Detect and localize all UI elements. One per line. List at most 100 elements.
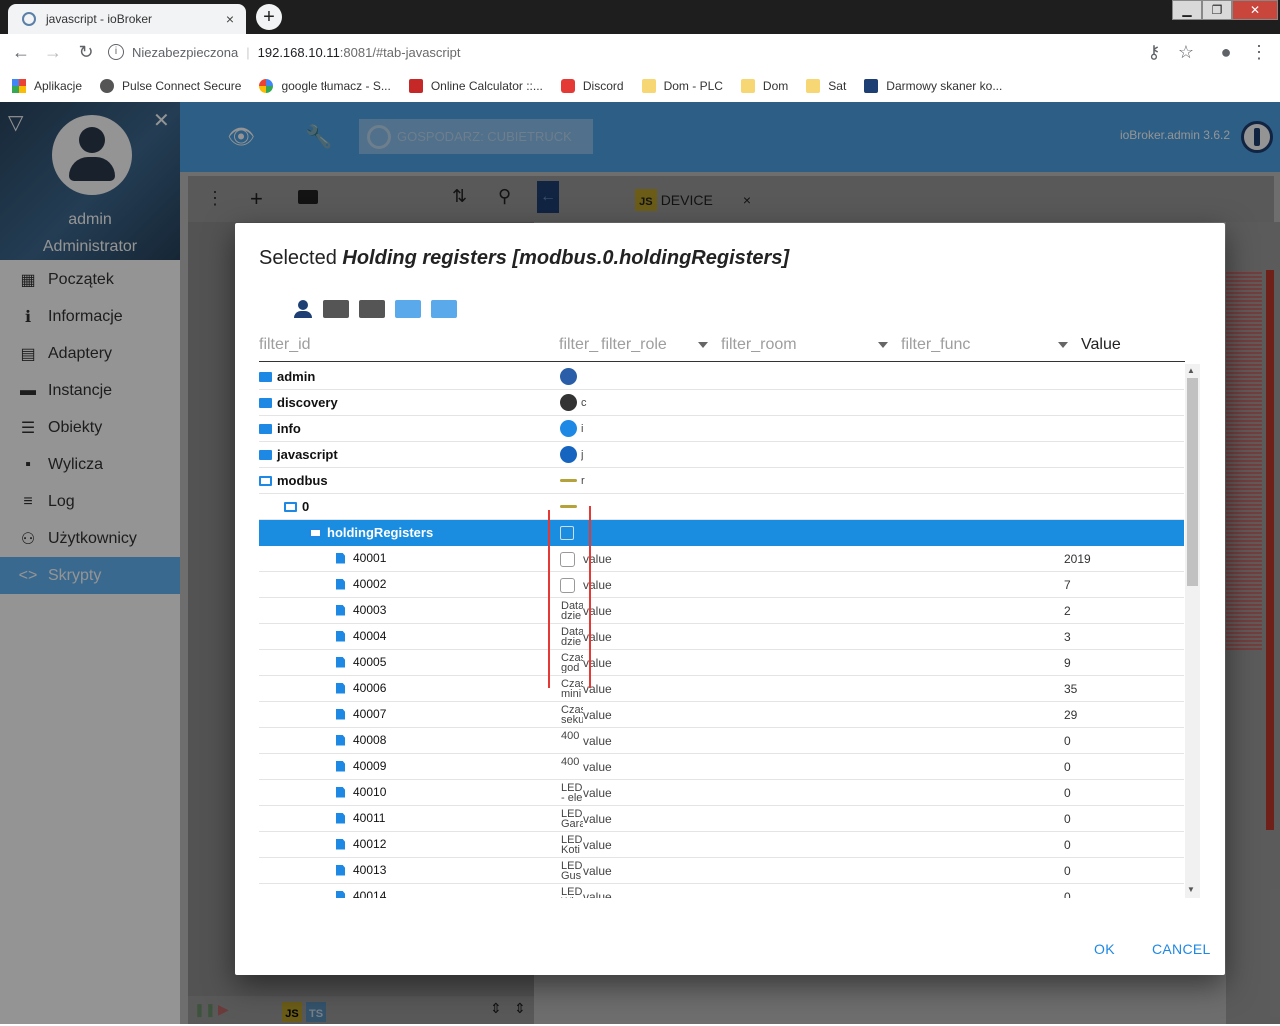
tree-row-label: 40007 bbox=[353, 707, 387, 721]
scroll-down-icon[interactable]: ▼ bbox=[1187, 885, 1195, 894]
tree-row[interactable]: 40010 LED - ele value 0 bbox=[259, 780, 1184, 806]
filter-room-select[interactable]: filter_room bbox=[721, 336, 797, 354]
insecure-label: Niezabezpieczona bbox=[132, 44, 239, 60]
bookmark-item[interactable]: Online Calculator ::... bbox=[408, 79, 543, 93]
tree-row-name: LED Koti bbox=[561, 835, 583, 855]
calculator-icon bbox=[408, 79, 423, 93]
tree-row-value: 0 bbox=[1064, 760, 1071, 774]
adapter-icon bbox=[560, 368, 577, 385]
tree-row[interactable]: 40009 400 value 0 bbox=[259, 754, 1184, 780]
bookmark-item[interactable]: Discord bbox=[560, 79, 624, 93]
tree-row-label: admin bbox=[277, 369, 316, 384]
bookmark-item[interactable]: google tłumacz - S... bbox=[259, 79, 391, 93]
tree-row-id: holdingRegisters bbox=[309, 525, 433, 540]
folder-icon bbox=[259, 397, 272, 408]
tree-row-id: 40006 bbox=[336, 681, 386, 695]
tree-row-id: 40001 bbox=[336, 551, 386, 565]
tree-row[interactable]: 0 bbox=[259, 494, 1184, 520]
forward-icon[interactable]: → bbox=[42, 42, 64, 62]
bookmark-item[interactable]: Aplikacje bbox=[12, 79, 82, 93]
adapter-icon bbox=[560, 394, 577, 411]
window-close-icon[interactable]: ✕ bbox=[1232, 0, 1278, 20]
state-file-icon bbox=[336, 812, 345, 824]
profile-icon[interactable]: ● bbox=[1215, 42, 1237, 62]
tree-row[interactable]: javascript j bbox=[259, 442, 1184, 468]
bookmarks-bar: Aplikacje Pulse Connect Secure google tłum… bbox=[0, 70, 1280, 103]
func-dropdown-icon[interactable] bbox=[1058, 342, 1068, 348]
browser-menu-icon[interactable]: ⋮ bbox=[1248, 42, 1270, 62]
tree-row-id: 40013 bbox=[336, 863, 386, 877]
tree-row[interactable]: 40011 LED Gara value 0 bbox=[259, 806, 1184, 832]
filter-name-input[interactable]: filter_ bbox=[559, 336, 598, 354]
maximize-icon[interactable]: ❐ bbox=[1202, 0, 1232, 20]
tree-row-label: 40012 bbox=[353, 837, 387, 851]
cancel-button[interactable]: CANCEL bbox=[1152, 941, 1211, 957]
tree-row[interactable]: 40012 LED Koti value 0 bbox=[259, 832, 1184, 858]
tree-row[interactable]: 40003 Data dzie value 2 bbox=[259, 598, 1184, 624]
back-icon[interactable]: ← bbox=[10, 42, 32, 62]
tree-row-id: info bbox=[259, 421, 301, 436]
folder-open-icon bbox=[309, 527, 322, 538]
tree-row[interactable]: 40008 400 value 0 bbox=[259, 728, 1184, 754]
tree-row[interactable]: 40004 Data dzie value 3 bbox=[259, 624, 1184, 650]
tree-row[interactable]: 40007 Czas sekuvalue 29 bbox=[259, 702, 1184, 728]
tree-row-name: LED Gara bbox=[561, 809, 583, 829]
tab-close-icon[interactable]: × bbox=[220, 11, 240, 27]
folder-icon bbox=[806, 79, 821, 93]
site-info-icon[interactable]: i bbox=[108, 44, 124, 60]
room-dropdown-icon[interactable] bbox=[878, 342, 888, 348]
bookmark-label: Dom bbox=[762, 79, 789, 93]
url-host: 192.168.10.11 bbox=[257, 44, 340, 60]
ok-button[interactable]: OK bbox=[1094, 941, 1115, 957]
tree-row-label: 40013 bbox=[353, 863, 387, 877]
reload-icon[interactable]: ↻ bbox=[75, 42, 97, 62]
tree-row[interactable]: admin bbox=[259, 364, 1184, 390]
star-icon[interactable]: ☆ bbox=[1175, 42, 1197, 62]
url-field[interactable]: i Niezabezpieczona | 192.168.10.11 :8081… bbox=[108, 39, 1208, 65]
adapter-icon bbox=[560, 420, 577, 437]
tree-row-role: value bbox=[583, 656, 612, 670]
folder-icon bbox=[740, 79, 755, 93]
tree-row[interactable]: modbus r bbox=[259, 468, 1184, 494]
tree-row[interactable]: info i bbox=[259, 416, 1184, 442]
user-filter-icon[interactable] bbox=[293, 300, 313, 318]
tree-row-name: r bbox=[581, 476, 585, 487]
filter-func-select[interactable]: filter_func bbox=[901, 336, 970, 354]
tree-row[interactable]: 40014 LED Wiavalue 0 bbox=[259, 884, 1184, 898]
tree-row-id: 40009 bbox=[336, 759, 386, 773]
tree-row[interactable]: holdingRegisters bbox=[259, 520, 1184, 546]
tree-row-role: value bbox=[583, 604, 612, 618]
tree-row[interactable]: 40002 value 7 bbox=[259, 572, 1184, 598]
bookmark-item[interactable]: Dom bbox=[740, 79, 789, 93]
tree-row-value: 7 bbox=[1064, 578, 1071, 592]
tree-row-name: Data dzie bbox=[561, 601, 583, 621]
bookmark-item[interactable]: Dom - PLC bbox=[641, 79, 723, 93]
tree-row-name: i bbox=[581, 424, 584, 435]
tree-row-id: 40003 bbox=[336, 603, 386, 617]
tree-row-label: 40002 bbox=[353, 577, 387, 591]
bookmark-item[interactable]: Pulse Connect Secure bbox=[100, 79, 241, 93]
scroll-up-icon[interactable]: ▲ bbox=[1187, 366, 1195, 375]
tree-row[interactable]: 40013 LED Gus value 0 bbox=[259, 858, 1184, 884]
filter-id-input[interactable]: filter_id bbox=[259, 336, 311, 354]
minimize-icon[interactable]: ▁ bbox=[1172, 0, 1202, 20]
scrollbar-thumb[interactable] bbox=[1187, 378, 1198, 586]
tree-row[interactable]: 40005 Czas godvalue 9 bbox=[259, 650, 1184, 676]
bookmark-item[interactable]: Sat bbox=[806, 79, 846, 93]
folder-icon bbox=[259, 423, 272, 434]
tree-row[interactable]: 40001 value 2019 bbox=[259, 546, 1184, 572]
filter-role-select[interactable]: filter_role bbox=[601, 336, 667, 354]
new-tab-button[interactable]: + bbox=[256, 4, 282, 30]
tree-row-label: 40003 bbox=[353, 603, 387, 617]
folder-open-blue-icon[interactable] bbox=[395, 300, 421, 318]
tree-row[interactable]: 40006 Czas minivalue 35 bbox=[259, 676, 1184, 702]
key-icon[interactable]: ⚷ bbox=[1143, 42, 1165, 62]
browser-tab[interactable]: javascript - ioBroker × bbox=[8, 4, 246, 34]
folder-dark-icon[interactable] bbox=[359, 300, 385, 318]
tree-row-id: 40004 bbox=[336, 629, 386, 643]
tree-row[interactable]: discovery c bbox=[259, 390, 1184, 416]
role-dropdown-icon[interactable] bbox=[698, 342, 708, 348]
folder-blue-icon[interactable] bbox=[431, 300, 457, 318]
folder-open-dark-icon[interactable] bbox=[323, 300, 349, 318]
bookmark-item[interactable]: Darmowy skaner ko... bbox=[864, 79, 1002, 93]
